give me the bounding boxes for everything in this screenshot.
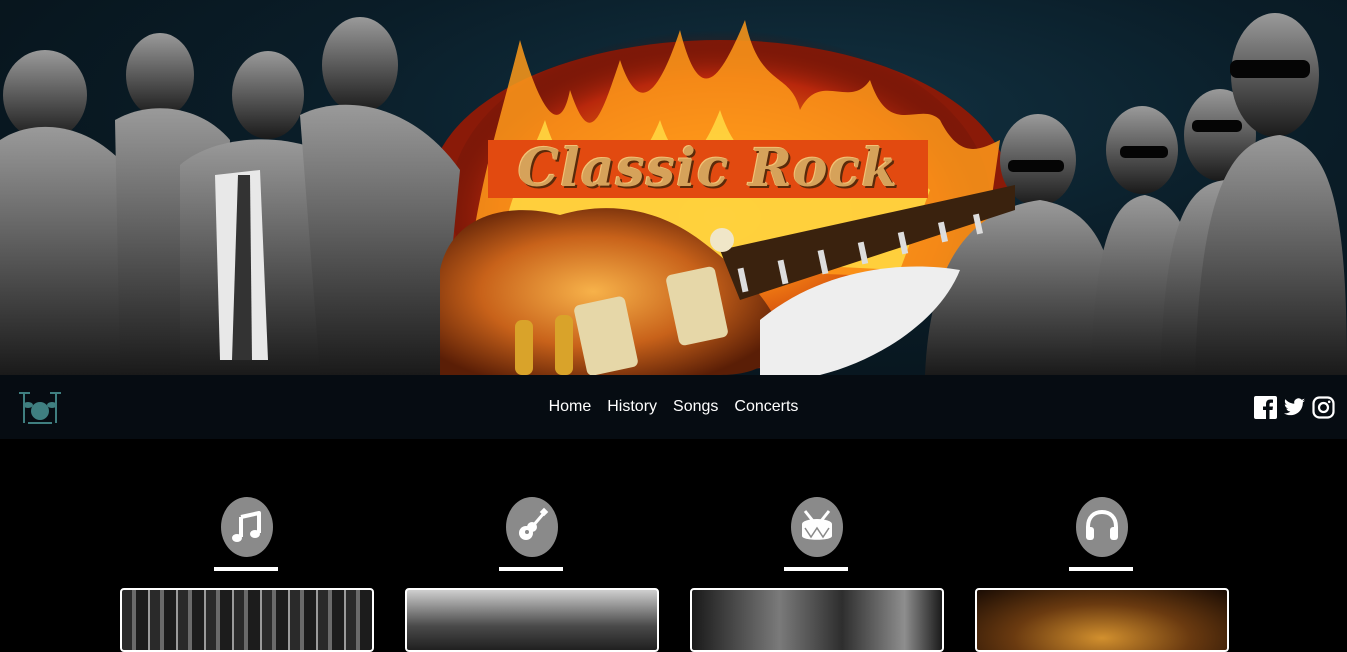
feature-card-live[interactable] bbox=[690, 588, 944, 652]
nav-history[interactable]: History bbox=[607, 398, 657, 416]
feature-divider bbox=[784, 567, 848, 571]
feature-divider bbox=[214, 567, 278, 571]
feature-divider bbox=[499, 567, 563, 571]
feature-card-studio[interactable] bbox=[120, 588, 374, 652]
features-section bbox=[0, 439, 1347, 652]
feature-drum bbox=[690, 439, 944, 652]
nav-concerts[interactable]: Concerts bbox=[734, 398, 798, 416]
facebook-icon[interactable] bbox=[1254, 396, 1277, 419]
navbar: Home History Songs Concerts bbox=[0, 375, 1347, 439]
instagram-icon[interactable] bbox=[1312, 396, 1335, 419]
feature-guitar bbox=[405, 439, 659, 652]
feature-headphones bbox=[975, 439, 1229, 652]
social-links bbox=[1254, 396, 1335, 419]
site-logo-text: Classic Rock bbox=[488, 140, 928, 198]
feature-card-band[interactable] bbox=[405, 588, 659, 652]
feature-divider bbox=[1069, 567, 1133, 571]
guitar-icon bbox=[506, 497, 558, 557]
headphones-icon bbox=[1076, 497, 1128, 557]
feature-music bbox=[120, 439, 374, 652]
nav-home[interactable]: Home bbox=[549, 398, 592, 416]
nav-links: Home History Songs Concerts bbox=[0, 375, 1347, 439]
music-note-icon bbox=[221, 497, 273, 557]
hero-banner: Classic Rock bbox=[0, 0, 1347, 375]
nav-songs[interactable]: Songs bbox=[673, 398, 718, 416]
feature-card-concert[interactable] bbox=[975, 588, 1229, 652]
drum-icon bbox=[791, 497, 843, 557]
twitter-icon[interactable] bbox=[1283, 396, 1306, 419]
